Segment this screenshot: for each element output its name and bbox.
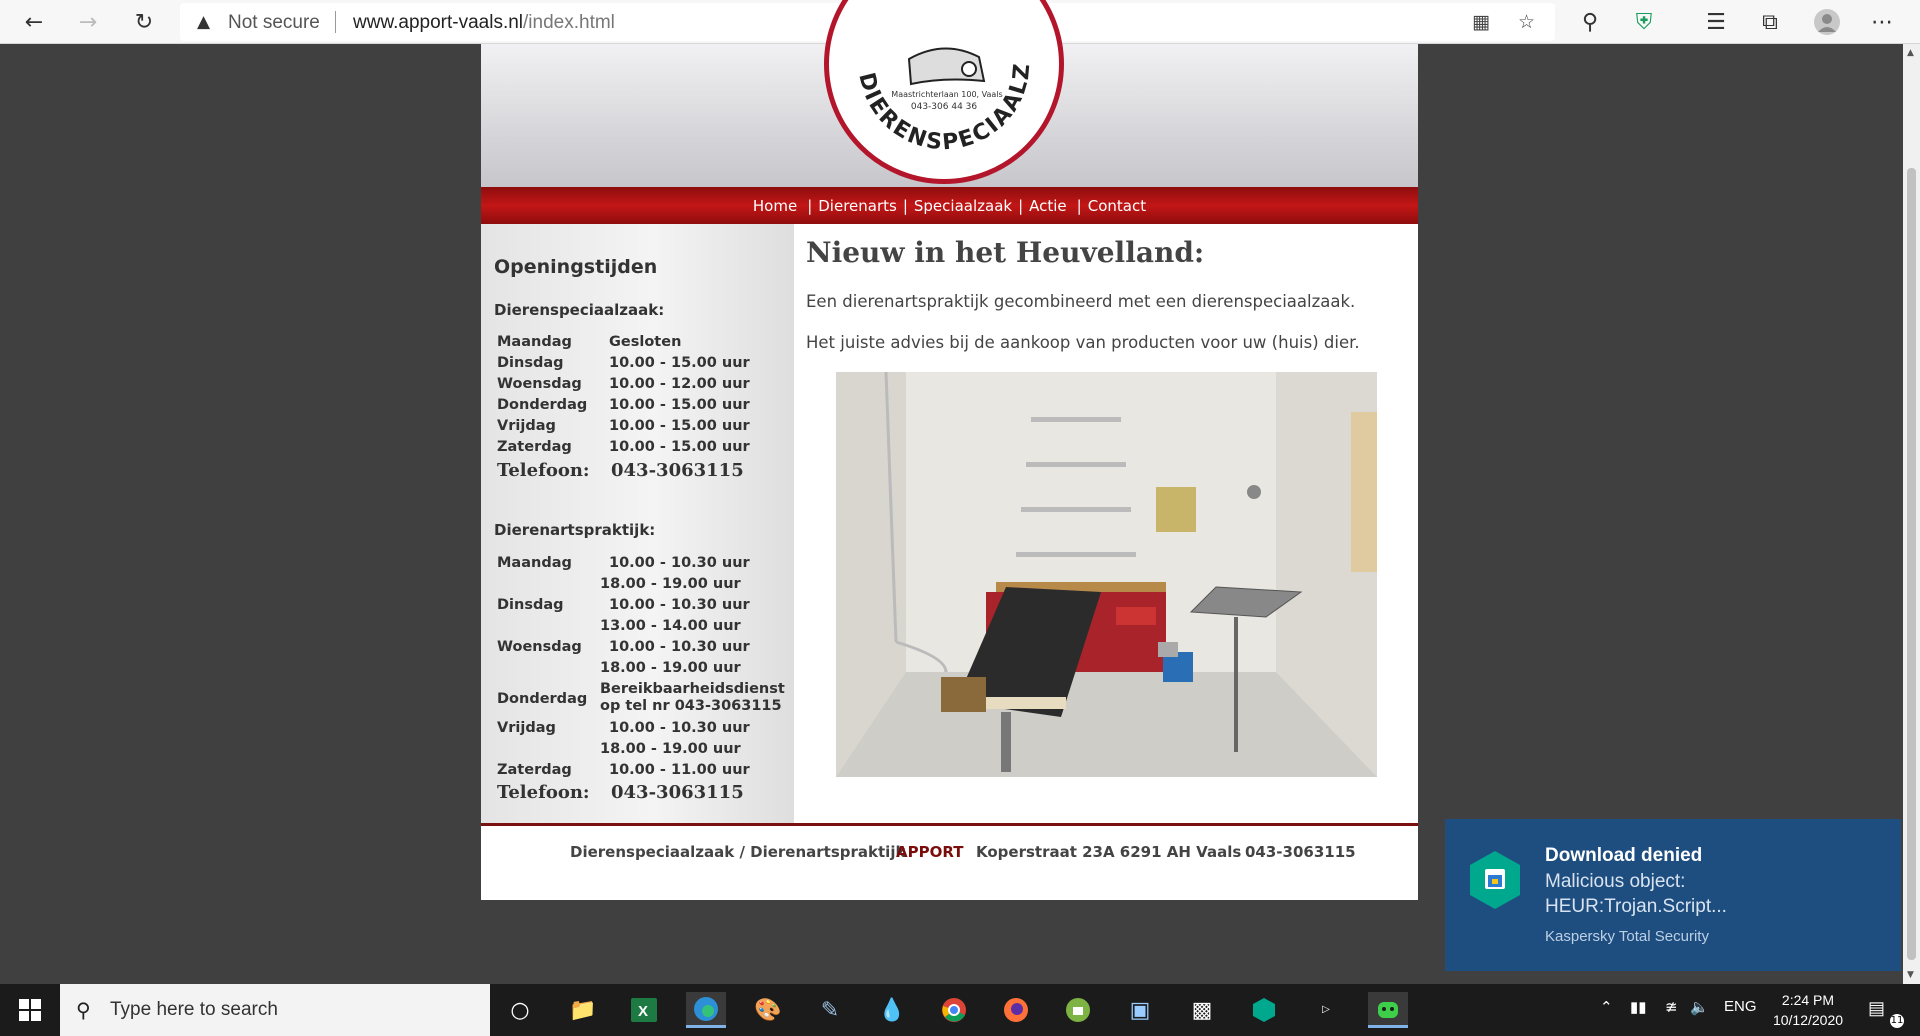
terminal-icon[interactable]: ▩ <box>1182 992 1222 1028</box>
main-nav: Home | Dierenarts | Speciaalzaak | Actie… <box>481 187 1418 224</box>
nav-separator: | <box>807 196 813 215</box>
back-arrow-icon[interactable]: ← <box>18 6 50 38</box>
intro-text-1: Een dierenartspraktijk gecombineerd met … <box>806 292 1356 311</box>
main-content: Nieuw in het Heuvelland: Een dierenartsp… <box>794 224 1418 823</box>
clock-time: 2:24 PM <box>1781 992 1835 1008</box>
svg-text:Maastrichterlaan 100, Vaals: Maastrichterlaan 100, Vaals <box>891 90 1002 99</box>
intro-text-2: Het juiste advies bij de aankoop van pro… <box>806 333 1360 352</box>
opening-hours-title: Openingstijden <box>494 256 658 278</box>
scroll-down-icon[interactable]: ▼ <box>1907 970 1914 980</box>
chrome-icon[interactable] <box>934 992 974 1028</box>
favorite-star-icon[interactable]: ☆ <box>1518 11 1535 33</box>
nav-dierenarts[interactable]: Dierenarts <box>818 197 897 215</box>
shop-hours-heading: Dierenspeciaalzaak: <box>494 301 665 319</box>
search-placeholder: Type here to search <box>110 999 278 1020</box>
footer-phone: 043-3063115 <box>1245 843 1356 861</box>
more-menu-icon[interactable]: ⋯ <box>1866 6 1898 38</box>
tray-chevron-icon[interactable]: ⌃ <box>1600 998 1613 1016</box>
profile-avatar-icon[interactable] <box>1811 6 1843 38</box>
action-center-icon[interactable]: ▤ <box>1868 998 1885 1019</box>
clinic-photo <box>836 372 1377 777</box>
toast-source: Kaspersky Total Security <box>1545 928 1709 945</box>
firefox-icon[interactable] <box>996 992 1036 1028</box>
edge-browser-icon[interactable] <box>686 992 726 1028</box>
security-label: Not secure <box>228 12 320 33</box>
excel-icon[interactable]: X <box>624 992 664 1028</box>
paint-icon[interactable]: 🎨 <box>748 992 788 1028</box>
vet-phone: Telefoon: 043-3063115 <box>497 782 744 803</box>
shop-phone: Telefoon: 043-3063115 <box>497 460 744 481</box>
svg-text:043-306 44 36: 043-306 44 36 <box>911 102 978 112</box>
nav-separator: | <box>902 196 908 215</box>
favorites-list-icon[interactable]: ☰ <box>1700 6 1732 38</box>
nav-separator: | <box>1076 196 1082 215</box>
svg-text:X: X <box>638 1003 648 1020</box>
website-page: DIERENSPECIAALZAAK Maastrichterlaan 100,… <box>481 0 1418 900</box>
taskbar-clock[interactable]: 2:24 PM 10/12/2020 <box>1762 990 1854 1030</box>
toast-title: Download denied <box>1545 845 1703 866</box>
file-explorer-icon[interactable]: 📁 <box>563 992 603 1028</box>
android-app-icon[interactable] <box>1058 992 1098 1028</box>
nav-home[interactable]: Home <box>753 197 797 215</box>
volume-icon[interactable]: 🔈 <box>1690 998 1709 1016</box>
warning-icon: ▲ <box>197 12 211 32</box>
taskbar-search-box[interactable]: ⚲ Type here to search <box>60 984 490 1036</box>
download-denied-notification[interactable]: Download denied Malicious object: HEUR:T… <box>1445 819 1901 971</box>
site-footer: Dierenspeciaalzaak / Dierenartspraktijk … <box>481 826 1418 900</box>
search-icon: ⚲ <box>76 998 91 1022</box>
kaspersky-taskbar-icon[interactable] <box>1244 992 1284 1028</box>
footer-brand: APPORT <box>896 843 964 861</box>
wifi-icon[interactable]: ≇ <box>1665 998 1678 1016</box>
windows-start-icon[interactable] <box>0 984 60 1036</box>
kaspersky-shield-icon <box>1470 851 1520 909</box>
refresh-icon[interactable]: ↻ <box>128 6 160 38</box>
notepad-icon[interactable]: ✎ <box>810 992 850 1028</box>
nav-separator: | <box>1018 196 1024 215</box>
nav-actie[interactable]: Actie <box>1029 197 1067 215</box>
site-banner: DIERENSPECIAALZAAK Maastrichterlaan 100,… <box>481 0 1418 187</box>
footer-address: Koperstraat 23A 6291 AH Vaals <box>976 843 1242 861</box>
forward-arrow-icon[interactable]: → <box>72 6 104 38</box>
prime-video-icon[interactable]: ▷ <box>1306 992 1346 1028</box>
contacts-icon[interactable]: ▣ <box>1120 992 1160 1028</box>
scroll-thumb[interactable] <box>1907 168 1916 960</box>
toast-line-2: HEUR:Trojan.Script... <box>1545 896 1727 917</box>
notification-count-badge: 11 <box>1890 1014 1904 1028</box>
toast-line-1: Malicious object: <box>1545 871 1686 892</box>
clock-date: 10/12/2020 <box>1772 1012 1844 1028</box>
language-indicator[interactable]: ENG <box>1724 998 1757 1015</box>
cortana-icon[interactable]: ○ <box>500 992 540 1028</box>
url-text[interactable]: www.apport-vaals.nl/index.html <box>353 12 615 34</box>
opening-hours-sidebar: Openingstijden Dierenspeciaalzaak: Maand… <box>481 224 794 823</box>
address-separator <box>335 11 336 33</box>
vpn-app-icon[interactable] <box>1368 992 1408 1028</box>
page-title: Nieuw in het Heuvelland: <box>806 236 1205 269</box>
shield-extension-icon[interactable]: ⛨ <box>1628 6 1660 38</box>
collections-icon[interactable]: ⧉ <box>1754 6 1786 38</box>
vet-hours-heading: Dierenartspraktijk: <box>494 521 656 539</box>
translate-icon[interactable]: ▦ <box>1472 11 1490 33</box>
scroll-up-icon[interactable]: ▲ <box>1907 48 1914 58</box>
battery-icon[interactable]: ▮▮ <box>1630 998 1647 1016</box>
nav-speciaalzaak[interactable]: Speciaalzaak <box>914 197 1012 215</box>
windows-taskbar: ⚲ Type here to search ○ 📁 X 🎨 ✎ 💧 ▣ ▩ ▷ … <box>0 984 1920 1036</box>
apport-logo: DIERENSPECIAALZAAK Maastrichterlaan 100,… <box>824 0 1064 184</box>
color-picker-icon[interactable]: 💧 <box>872 992 912 1028</box>
page-scrollbar[interactable]: ▲ ▼ <box>1903 44 1920 984</box>
nav-contact[interactable]: Contact <box>1088 197 1146 215</box>
key-extension-icon[interactable]: ⚲ <box>1574 6 1606 38</box>
footer-description: Dierenspeciaalzaak / Dierenartspraktijk <box>570 843 906 861</box>
